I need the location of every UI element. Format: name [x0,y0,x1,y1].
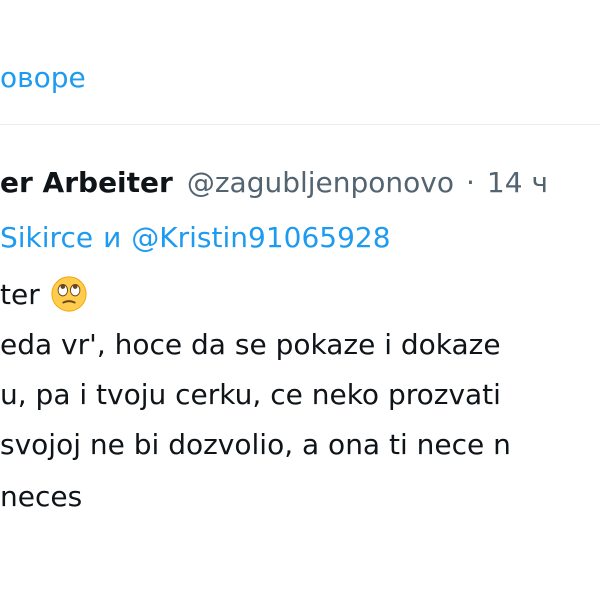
tweet-text-segment: ter [0,277,40,311]
divider [0,124,600,125]
tweet-text-line: svojoj ne bi dozvolio, a ona ti nece n [0,422,511,466]
replies-link[interactable]: овоpe [0,64,86,92]
tweet-text-line: ter [0,272,88,316]
mention-link-1[interactable]: Sikirce [0,221,93,254]
tweet-text-line: neces [0,474,82,518]
separator-dot: · [466,165,475,199]
tweet-thread-view: овоpe er Arbeiter @zagubljenponovo · 14 … [0,0,600,600]
mention-link-2[interactable]: @Kristin91065928 [131,221,390,254]
author-handle[interactable]: @zagubljenponovo [187,166,454,199]
tweet-text-line: eda vr', hoce da se pokaze i dokaze [0,322,501,366]
rolling-eyes-emoji-icon [51,276,87,312]
tweet-text-segment: eda vr', hoce da se pokaze i dokaze [0,327,501,361]
replies-header: овоpe [0,56,86,100]
tweet-text-segment: u, pa i tvoju cerku, ce neko prozvati [0,377,501,411]
conjunction-text: и [103,220,122,254]
replying-to-line: Sikirce и @Kristin91065928 [0,215,391,259]
tweet-text-segment: neces [0,479,83,513]
tweet-text-line: u, pa i tvoju cerku, ce neko prozvati [0,372,501,416]
tweet-text-segment: svojoj ne bi dozvolio, a ona ti nece n [0,427,511,461]
author-name[interactable]: er Arbeiter [0,166,173,199]
timestamp[interactable]: 14 ч [487,166,548,199]
tweet-header: er Arbeiter @zagubljenponovo · 14 ч [0,160,548,204]
